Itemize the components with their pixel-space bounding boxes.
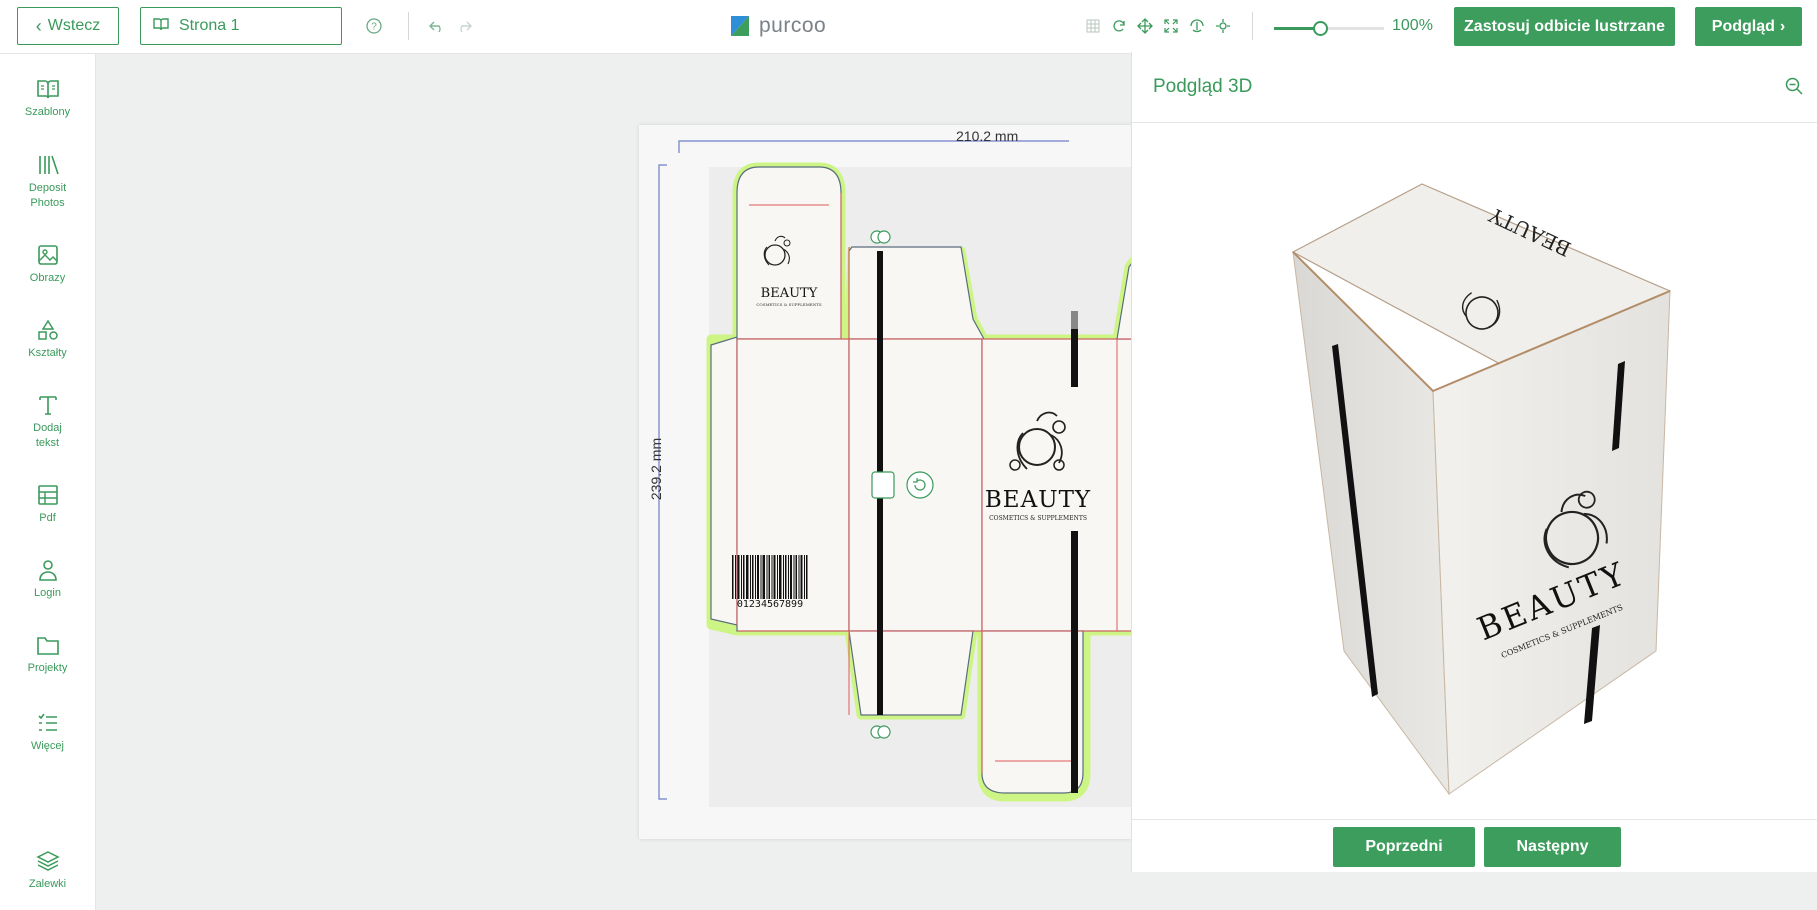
svg-text:?: ? bbox=[371, 22, 377, 33]
panel-divider bbox=[1132, 819, 1817, 820]
sidebar-item-projects[interactable]: Projekty bbox=[0, 634, 95, 676]
page-selector-button[interactable]: Strona 1 bbox=[140, 7, 342, 45]
previous-button[interactable]: Poprzedni bbox=[1333, 827, 1475, 867]
zoom-out-icon[interactable] bbox=[1785, 77, 1803, 100]
logo-text: purcoo bbox=[759, 14, 827, 37]
rotate-icon[interactable] bbox=[1108, 15, 1130, 37]
preview-label: Podgląd bbox=[1711, 17, 1775, 35]
apply-mirror-button[interactable]: Zastosuj odbicie lustrzane bbox=[1454, 7, 1675, 46]
book-open-icon bbox=[36, 80, 59, 99]
logo-mark-icon bbox=[731, 16, 749, 36]
folder-icon bbox=[36, 637, 59, 655]
sidebar-item-deposit-photos[interactable]: Deposit Photos bbox=[0, 154, 95, 211]
top-toolbar: ‹ Wstecz Strona 1 ? purcoo 100% Zastosuj… bbox=[0, 0, 1817, 54]
chevron-right-icon: › bbox=[1779, 17, 1786, 35]
box-dieline[interactable] bbox=[639, 125, 1139, 839]
list-icon bbox=[37, 713, 57, 731]
user-icon bbox=[38, 560, 57, 581]
main-brand: BEAUTY bbox=[984, 487, 1092, 513]
next-button[interactable]: Następny bbox=[1484, 827, 1621, 867]
sidebar-item-label: Dodaj tekst bbox=[33, 422, 62, 449]
redo-icon[interactable] bbox=[453, 15, 475, 37]
sidebar-item-more[interactable]: Więcej bbox=[0, 712, 95, 754]
toolbar-divider bbox=[1252, 12, 1253, 40]
preview-button[interactable]: Podgląd › bbox=[1695, 7, 1802, 46]
sidebar-item-label: Więcej bbox=[30, 740, 64, 752]
image-icon bbox=[37, 245, 58, 265]
text-icon bbox=[38, 396, 57, 415]
layers-icon bbox=[35, 851, 60, 871]
flip-icon[interactable] bbox=[1186, 15, 1208, 37]
zoom-value: 100% bbox=[1392, 17, 1433, 34]
sidebar-item-images[interactable]: Obrazy bbox=[0, 244, 95, 286]
move-icon[interactable] bbox=[1134, 15, 1156, 37]
purcoo-logo: purcoo bbox=[729, 14, 826, 38]
table-icon bbox=[37, 485, 58, 505]
barcode-number: 01234567899 bbox=[736, 599, 804, 610]
left-sidebar: Szablony Deposit Photos Obrazy Kształty … bbox=[0, 54, 96, 910]
panel-title: Podgląd 3D bbox=[1153, 76, 1253, 97]
toolbar-divider bbox=[408, 12, 409, 40]
sidebar-item-label: Projekty bbox=[27, 662, 68, 674]
fit-icon[interactable] bbox=[1160, 15, 1182, 37]
sidebar-item-pdf[interactable]: Pdf bbox=[0, 484, 95, 526]
sidebar-item-shapes[interactable]: Kształty bbox=[0, 319, 95, 361]
sidebar-item-login[interactable]: Login bbox=[0, 559, 95, 601]
sidebar-item-label: Deposit Photos bbox=[28, 182, 67, 209]
box-3d-render[interactable] bbox=[1132, 123, 1817, 819]
sidebar-item-bleeds[interactable]: Zalewki bbox=[0, 850, 95, 892]
zoom-slider[interactable] bbox=[1274, 21, 1384, 36]
page-label: Strona 1 bbox=[179, 17, 240, 34]
zoom-slider-handle[interactable] bbox=[1313, 21, 1329, 36]
sidebar-item-add-text[interactable]: Dodaj tekst bbox=[0, 394, 95, 451]
orbit-icon[interactable] bbox=[1212, 15, 1234, 37]
grid-icon[interactable] bbox=[1082, 15, 1104, 37]
sidebar-item-label: Kształty bbox=[28, 347, 67, 359]
flap-tagline: COSMETICS & SUPPLEMENTS bbox=[756, 302, 822, 307]
back-label: Wstecz bbox=[47, 17, 101, 34]
sidebar-item-templates[interactable]: Szablony bbox=[0, 78, 95, 120]
flap-brand: BEAUTY bbox=[760, 286, 818, 301]
black-stripe bbox=[1071, 531, 1078, 793]
dieline-sheet[interactable]: 210.2 mm 239.2 mm BEAUTY COSMETICS & SUP… bbox=[639, 125, 1139, 839]
help-icon[interactable]: ? bbox=[363, 15, 385, 37]
undo-icon[interactable] bbox=[426, 15, 448, 37]
sidebar-item-label: Pdf bbox=[39, 512, 56, 524]
book-icon bbox=[153, 17, 169, 36]
back-button[interactable]: ‹ Wstecz bbox=[17, 7, 119, 45]
shapes-icon bbox=[37, 319, 58, 340]
sidebar-item-label: Login bbox=[34, 587, 61, 599]
sidebar-item-label: Zalewki bbox=[28, 878, 67, 890]
library-icon bbox=[38, 155, 59, 175]
chevron-left-icon: ‹ bbox=[35, 15, 42, 36]
barcode bbox=[732, 555, 808, 599]
sidebar-item-label: Obrazy bbox=[29, 272, 66, 284]
preview-3d-panel: Podgląd 3D BEAUTY BEAUTY COSMETICS & SUP… bbox=[1131, 52, 1817, 872]
width-dimension: 210.2 mm bbox=[956, 128, 1019, 144]
height-dimension: 239.2 mm bbox=[648, 437, 665, 501]
main-tagline: COSMETICS & SUPPLEMENTS bbox=[989, 515, 1087, 522]
sidebar-item-label: Szablony bbox=[24, 106, 71, 118]
